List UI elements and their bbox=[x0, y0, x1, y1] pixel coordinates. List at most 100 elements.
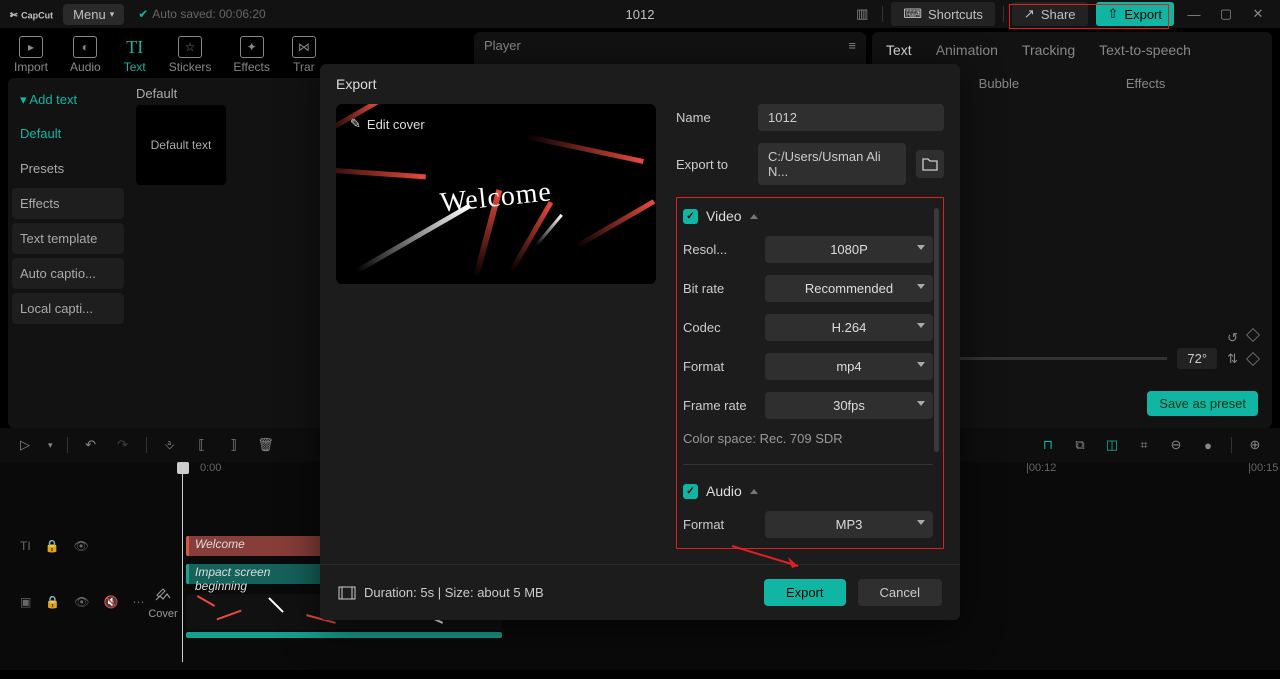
bitrate-select[interactable]: Recommended bbox=[765, 275, 933, 302]
sidebar-item-auto-captions[interactable]: Auto captio... bbox=[12, 258, 124, 289]
tab-transitions[interactable]: ⋈Trar bbox=[292, 36, 316, 74]
player-label: Player bbox=[484, 38, 521, 53]
clip-impact-screen[interactable]: Impact screen beginning bbox=[186, 564, 326, 584]
zoom-in-icon[interactable]: ⊕ bbox=[1246, 436, 1264, 454]
audio-collapse-icon[interactable] bbox=[750, 489, 758, 494]
tab-effects[interactable]: ✦Effects bbox=[233, 36, 269, 74]
settings-scrollbar[interactable] bbox=[934, 208, 939, 452]
resolution-select[interactable]: 1080P bbox=[765, 236, 933, 263]
keyframe-icon[interactable] bbox=[1246, 328, 1260, 342]
shortcuts-button[interactable]: ⌨Shortcuts bbox=[891, 2, 995, 26]
magnet-icon[interactable]: ⊓ bbox=[1039, 436, 1057, 454]
mute-icon[interactable]: 🔇 bbox=[104, 595, 119, 609]
export-duration-info: Duration: 5s | Size: about 5 MB bbox=[338, 585, 544, 600]
lock-icon-2[interactable]: 🔒 bbox=[45, 595, 60, 609]
tab-tts[interactable]: Text-to-speech bbox=[1099, 42, 1191, 58]
annotation-arrow bbox=[730, 542, 810, 572]
more-icon[interactable]: ⋯ bbox=[132, 595, 144, 609]
eye-icon[interactable]: 👁 bbox=[74, 539, 89, 553]
modal-export-button[interactable]: Export bbox=[764, 579, 846, 606]
playhead-handle[interactable] bbox=[177, 462, 189, 474]
zoom-out-icon[interactable]: ⊖ bbox=[1167, 436, 1185, 454]
exportto-path: C:/Users/Usman Ali N... bbox=[758, 143, 906, 185]
video-checkbox[interactable]: ✓ bbox=[683, 209, 698, 224]
project-title: 1012 bbox=[626, 7, 655, 22]
save-as-preset-button[interactable]: Save as preset bbox=[1147, 391, 1258, 416]
cover-button[interactable]: Cover bbox=[146, 586, 180, 626]
framerate-select[interactable]: 30fps bbox=[765, 392, 933, 419]
redo-icon[interactable]: ↷ bbox=[114, 436, 132, 454]
lock-icon[interactable]: 🔒 bbox=[45, 539, 60, 553]
tab-animation[interactable]: Animation bbox=[936, 42, 998, 58]
tab-import[interactable]: ▸Import bbox=[14, 36, 48, 74]
export-cover-preview[interactable]: ✎Edit cover Welcome bbox=[336, 104, 656, 284]
share-button[interactable]: ↗Share bbox=[1012, 2, 1088, 26]
resolution-label: Resol... bbox=[683, 242, 755, 257]
exportto-label: Export to bbox=[676, 157, 748, 172]
rotate-value[interactable]: 72° bbox=[1177, 348, 1217, 369]
subtab-effects[interactable]: Effects bbox=[1126, 76, 1166, 91]
brand-logo: ✄ CapCut bbox=[10, 7, 53, 22]
audio-checkbox[interactable]: ✓ bbox=[683, 484, 698, 499]
tab-tracking[interactable]: Tracking bbox=[1022, 42, 1075, 58]
codec-select[interactable]: H.264 bbox=[765, 314, 933, 341]
sidebar-item-default[interactable]: Default bbox=[12, 118, 124, 149]
export-modal: Export ✎Edit cover Welcome Name 1012 bbox=[320, 64, 960, 620]
close-icon[interactable]: ✕ bbox=[1246, 5, 1270, 23]
layout-icon[interactable]: ▥ bbox=[850, 5, 874, 23]
audio-track-bar[interactable] bbox=[186, 632, 502, 638]
export-settings-section: ✓ Video Resol...1080P Bit rateRecommende… bbox=[676, 197, 944, 549]
autosaved-status: ✔Auto saved: 00:06:20 bbox=[138, 7, 265, 21]
link-icon[interactable]: ⧉ bbox=[1071, 436, 1089, 454]
export-button[interactable]: ⇧Export bbox=[1096, 2, 1174, 26]
video-collapse-icon[interactable] bbox=[750, 214, 758, 219]
name-input[interactable]: 1012 bbox=[758, 104, 944, 131]
fx-track-icon: ▣ bbox=[20, 595, 31, 609]
menu-button[interactable]: Menu▾ bbox=[63, 4, 124, 25]
player-menu-icon[interactable]: ≡ bbox=[848, 38, 856, 53]
tab-text[interactable]: TIText bbox=[123, 36, 147, 74]
format-select[interactable]: mp4 bbox=[765, 353, 933, 380]
tab-stickers[interactable]: ☆Stickers bbox=[169, 36, 212, 74]
snap-icon[interactable]: ◫ bbox=[1103, 436, 1121, 454]
sidebar-title[interactable]: ▾ Add text bbox=[12, 86, 124, 114]
framerate-label: Frame rate bbox=[683, 398, 755, 413]
clip-welcome[interactable]: Welcome bbox=[186, 536, 326, 556]
minimize-icon[interactable]: — bbox=[1182, 5, 1206, 23]
mic-icon[interactable]: ● bbox=[1199, 436, 1217, 454]
playhead[interactable] bbox=[182, 462, 183, 662]
stepper-icon[interactable]: ⇅ bbox=[1227, 351, 1238, 367]
gallery-card-default-text[interactable]: Default Default text bbox=[136, 86, 226, 185]
browse-folder-button[interactable] bbox=[916, 150, 944, 178]
tab-audio[interactable]: ◐Audio bbox=[70, 36, 101, 74]
trim-left-icon[interactable]: ⟦ bbox=[193, 436, 211, 454]
delete-icon[interactable]: 🗑 bbox=[257, 436, 275, 454]
audio-format-select[interactable]: MP3 bbox=[765, 511, 933, 538]
modal-cancel-button[interactable]: Cancel bbox=[858, 579, 942, 606]
sidebar-item-effects[interactable]: Effects bbox=[12, 188, 124, 219]
color-space-text: Color space: Rec. 709 SDR bbox=[683, 431, 933, 446]
trim-right-icon[interactable]: ⟧ bbox=[225, 436, 243, 454]
cover-text: Welcome bbox=[439, 176, 554, 220]
audio-format-label: Format bbox=[683, 517, 755, 532]
edit-cover-button[interactable]: ✎Edit cover bbox=[350, 116, 425, 132]
codec-label: Codec bbox=[683, 320, 755, 335]
keyframe-slider-icon[interactable] bbox=[1246, 351, 1260, 365]
format-label: Format bbox=[683, 359, 755, 374]
text-track-icon: TI bbox=[20, 539, 31, 553]
sidebar-item-presets[interactable]: Presets bbox=[12, 153, 124, 184]
name-label: Name bbox=[676, 110, 748, 125]
subtab-bubble[interactable]: Bubble bbox=[979, 76, 1019, 91]
sidebar-item-text-template[interactable]: Text template bbox=[12, 223, 124, 254]
sidebar-item-local-captions[interactable]: Local capti... bbox=[12, 293, 124, 324]
maximize-icon[interactable]: ▢ bbox=[1214, 5, 1238, 23]
cursor-tool-icon[interactable]: ▷ bbox=[16, 436, 34, 454]
reset-icon[interactable]: ↺ bbox=[1227, 330, 1238, 346]
eye-icon-2[interactable]: 👁 bbox=[74, 595, 89, 609]
tab-text-props[interactable]: Text bbox=[886, 42, 912, 58]
split-icon[interactable]: ⎀ bbox=[161, 436, 179, 454]
bitrate-label: Bit rate bbox=[683, 281, 755, 296]
modal-title: Export bbox=[320, 64, 960, 104]
undo-icon[interactable]: ↶ bbox=[82, 436, 100, 454]
preview-icon[interactable]: ⌗ bbox=[1135, 436, 1153, 454]
